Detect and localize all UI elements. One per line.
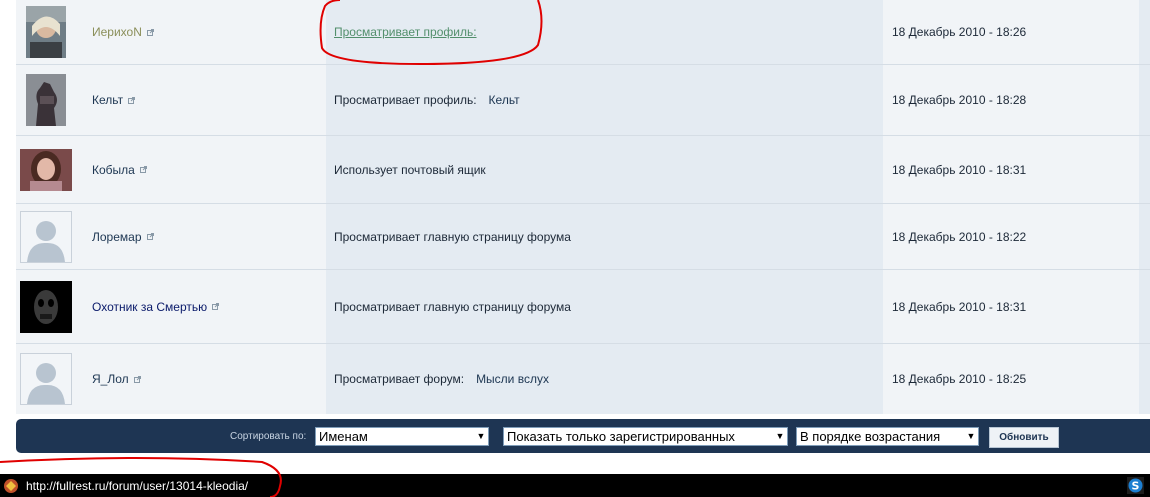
- activity-text: Просматривает главную страницу форума: [334, 229, 571, 244]
- avatar[interactable]: [26, 74, 66, 126]
- external-link-icon[interactable]: [212, 303, 220, 310]
- external-link-icon[interactable]: [146, 28, 154, 36]
- date-cell: 18 Декабрь 2010 - 18:25: [883, 344, 1139, 414]
- external-link-icon[interactable]: [146, 233, 154, 240]
- avatar[interactable]: [20, 353, 72, 405]
- skull-avatar-icon: [20, 280, 72, 333]
- avatar[interactable]: [20, 210, 72, 263]
- sort-by-value: Именам: [319, 429, 368, 444]
- filter-select[interactable]: Показать только зарегистрированных ▼: [503, 427, 788, 446]
- chevron-down-icon: ▼: [775, 431, 785, 441]
- last-click-date: 18 Декабрь 2010 - 18:31: [892, 299, 1027, 314]
- online-members-table: ИерихоN Просматривает профиль: 18 Декабр…: [16, 0, 1150, 414]
- member-name-link[interactable]: ИерихоN: [92, 25, 142, 39]
- activity-cell: Просматривает профиль:: [326, 0, 883, 64]
- browser-status-bar: http://fullrest.ru/forum/user/13014-kleo…: [0, 474, 1150, 497]
- date-cell: 18 Декабрь 2010 - 18:28: [883, 65, 1139, 135]
- table-row: Я_Лол Просматривает форум: Мысли вслух 1…: [16, 344, 1150, 414]
- last-click-date: 18 Декабрь 2010 - 18:28: [892, 93, 1027, 107]
- date-cell: 18 Декабрь 2010 - 18:31: [883, 270, 1139, 343]
- activity-text: Просматривает форум:: [334, 372, 465, 386]
- table-row: Лоремар Просматривает главную страницу ф…: [16, 204, 1150, 270]
- row-edge: [1139, 204, 1150, 269]
- table-row: ИерихоN Просматривает профиль: 18 Декабр…: [16, 0, 1150, 65]
- external-link-icon[interactable]: [128, 96, 136, 104]
- sort-bar: Сортировать по: Именам ▼ Показать только…: [16, 419, 1150, 453]
- last-click-date: 18 Декабрь 2010 - 18:26: [892, 25, 1027, 39]
- last-click-date: 18 Декабрь 2010 - 18:22: [892, 229, 1027, 244]
- member-name-link[interactable]: Я_Лол: [92, 372, 129, 386]
- status-url: http://fullrest.ru/forum/user/13014-kleo…: [26, 479, 249, 493]
- left-gutter: [0, 0, 16, 474]
- name-cell: Охотник за Смертью: [76, 270, 326, 343]
- sort-label: Сортировать по:: [230, 431, 307, 442]
- member-name-link[interactable]: Лоремар: [92, 230, 142, 244]
- member-name-link[interactable]: Кобыла: [92, 163, 135, 177]
- last-click-date: 18 Декабрь 2010 - 18:31: [892, 162, 1027, 177]
- date-cell: 18 Декабрь 2010 - 18:26: [883, 0, 1139, 64]
- name-cell: Кельт: [76, 65, 326, 135]
- activity-cell: Просматривает профиль: Кельт: [326, 65, 883, 135]
- default-avatar-icon: [21, 354, 71, 404]
- photo-avatar-icon: [26, 6, 66, 58]
- avatar[interactable]: [26, 6, 66, 58]
- external-link-icon[interactable]: [133, 375, 141, 383]
- order-select[interactable]: В порядке возрастания ▼: [796, 427, 979, 446]
- name-cell: ИерихоN: [76, 0, 326, 64]
- filter-value: Показать только зарегистрированных: [507, 429, 735, 444]
- chevron-down-icon: ▼: [966, 431, 976, 441]
- table-row: Кобыла Использует почтовый ящик 18 Декаб…: [16, 136, 1150, 204]
- date-cell: 18 Декабрь 2010 - 18:31: [883, 136, 1139, 203]
- avatar[interactable]: [20, 280, 72, 333]
- activity-link[interactable]: Кельт: [489, 93, 520, 107]
- member-name-link[interactable]: Кельт: [92, 93, 123, 107]
- row-edge: [1139, 136, 1150, 203]
- activity-cell: Просматривает главную страницу форума: [326, 204, 883, 269]
- avatar-cell: [16, 270, 76, 343]
- activity-cell: Просматривает главную страницу форума: [326, 270, 883, 343]
- row-edge: [1139, 65, 1150, 135]
- chevron-down-icon: ▼: [476, 431, 486, 441]
- row-edge: [1139, 344, 1150, 414]
- date-cell: 18 Декабрь 2010 - 18:22: [883, 204, 1139, 269]
- sort-by-select[interactable]: Именам ▼: [315, 427, 489, 446]
- avatar-cell: [16, 65, 76, 135]
- order-value: В порядке возрастания: [800, 429, 941, 444]
- member-name-link[interactable]: Охотник за Смертью: [92, 300, 207, 314]
- avatar[interactable]: [20, 148, 72, 191]
- activity-text: Просматривает главную страницу форума: [334, 299, 571, 314]
- default-avatar-icon: [21, 211, 71, 262]
- table-row: Кельт Просматривает профиль: Кельт 18 Де…: [16, 65, 1150, 136]
- activity-link[interactable]: Просматривает профиль:: [334, 25, 477, 39]
- row-edge: [1139, 270, 1150, 343]
- avatar-cell: [16, 136, 76, 203]
- activity-cell: Просматривает форум: Мысли вслух: [326, 344, 883, 414]
- activity-cell: Использует почтовый ящик: [326, 136, 883, 203]
- update-button[interactable]: Обновить: [989, 427, 1059, 448]
- external-link-icon[interactable]: [139, 166, 147, 173]
- last-click-date: 18 Декабрь 2010 - 18:25: [892, 372, 1027, 386]
- activity-text: Просматривает профиль:: [334, 93, 477, 107]
- svg-text:S: S: [1132, 480, 1140, 493]
- table-row: Охотник за Смертью Просматривает главную…: [16, 270, 1150, 344]
- activity-link[interactable]: Мысли вслух: [476, 372, 549, 386]
- statue-avatar-icon: [26, 74, 66, 126]
- avatar-cell: [16, 204, 76, 269]
- name-cell: Лоремар: [76, 204, 326, 269]
- row-edge: [1139, 0, 1150, 64]
- avatar-cell: [16, 0, 76, 64]
- browser-logo-icon: [4, 479, 18, 493]
- activity-text: Использует почтовый ящик: [334, 162, 486, 177]
- name-cell: Я_Лол: [76, 344, 326, 414]
- skype-icon[interactable]: S: [1127, 477, 1144, 494]
- name-cell: Кобыла: [76, 136, 326, 203]
- avatar-cell: [16, 344, 76, 414]
- woman-avatar-icon: [20, 148, 72, 191]
